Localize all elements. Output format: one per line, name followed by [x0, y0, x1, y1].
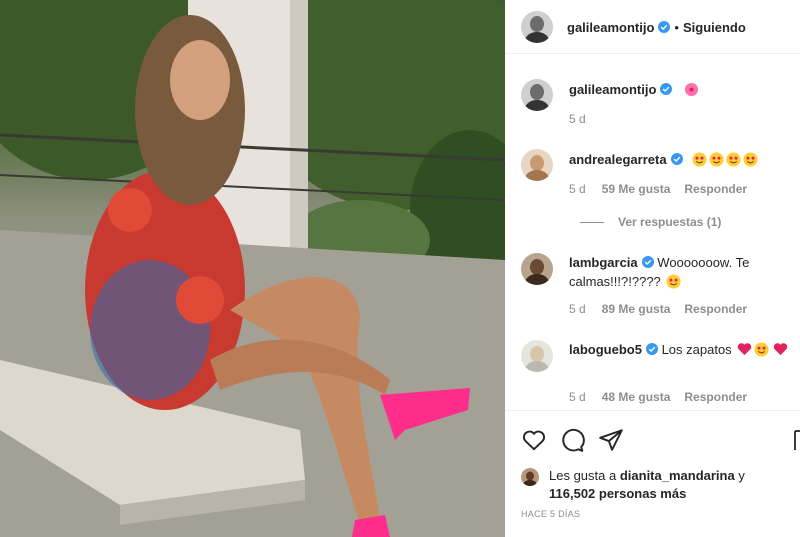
caption-age[interactable]: 5 d	[569, 112, 586, 126]
comment-likes[interactable]: 48 Me gusta	[602, 390, 671, 404]
separator-dot: •	[674, 20, 679, 35]
comment-laboguebo5: laboguebo5 Los zapatos	[569, 340, 789, 359]
heart-icon[interactable]	[521, 427, 547, 453]
verified-icon	[660, 83, 673, 95]
star-struck-emoji	[726, 152, 741, 167]
comment-username[interactable]: andrealegarreta	[569, 152, 667, 167]
post-actions: Les gusta a dianita_mandarina y 116,502 …	[505, 410, 800, 537]
bookmark-icon[interactable]	[794, 427, 800, 453]
reply-button[interactable]: Responder	[684, 390, 747, 404]
post-header: galileamontijo • Siguiendo	[505, 0, 800, 54]
verified-icon	[645, 343, 658, 355]
post-photo-illustration	[0, 0, 505, 537]
view-replies-label: Ver respuestas (1)	[618, 215, 722, 229]
comment-avatar[interactable]	[521, 253, 553, 285]
comment-meta: 5 d 59 Me gusta Responder	[569, 182, 747, 196]
comment-age[interactable]: 5 d	[569, 390, 586, 404]
reply-button[interactable]: Responder	[684, 182, 747, 196]
hibiscus-emoji	[684, 82, 699, 97]
header-username[interactable]: galileamontijo	[567, 20, 654, 35]
star-struck-emoji	[743, 152, 758, 167]
follow-status-button[interactable]: Siguiendo	[683, 20, 746, 35]
liked-by: Les gusta a dianita_mandarina y 116,502 …	[549, 467, 745, 503]
comment-age[interactable]: 5 d	[569, 182, 586, 196]
caption-avatar[interactable]	[521, 79, 553, 111]
comment-meta: 5 d 89 Me gusta Responder	[569, 302, 747, 316]
comment-username[interactable]: lambgarcia	[569, 255, 638, 270]
comment-icon[interactable]	[559, 427, 585, 453]
liked-by-joiner: y	[738, 468, 745, 483]
post-side-panel: galileamontijo • Siguiendo galileamontijo …	[505, 0, 800, 537]
share-icon[interactable]	[598, 427, 624, 453]
star-struck-emoji	[666, 274, 681, 289]
star-struck-emoji	[709, 152, 724, 167]
comment-lambgarcia: lambgarcia Wooooooow. Te calmas!!!?!????	[569, 253, 789, 291]
post-photo[interactable]	[0, 0, 505, 537]
star-struck-emoji	[692, 152, 707, 167]
likes-count[interactable]: 116,502 personas más	[549, 486, 686, 501]
liked-by-prefix: Les gusta a	[549, 468, 617, 483]
caption-username[interactable]: galileamontijo	[569, 82, 656, 97]
comment-andrealegarreta: andrealegarreta	[569, 150, 758, 169]
view-replies-button[interactable]: Ver respuestas (1)	[580, 215, 721, 229]
comment-username[interactable]: laboguebo5	[569, 342, 642, 357]
post-date[interactable]: HACE 5 DÍAS	[521, 509, 580, 519]
verified-icon	[641, 256, 654, 268]
liked-by-user[interactable]: dianita_mandarina	[620, 468, 735, 483]
comment-likes[interactable]: 59 Me gusta	[602, 182, 671, 196]
caption: galileamontijo	[569, 80, 699, 99]
comment-avatar[interactable]	[521, 340, 553, 372]
verified-icon	[658, 21, 671, 33]
comment-age[interactable]: 5 d	[569, 302, 586, 316]
comment-text: Los zapatos	[661, 342, 732, 357]
avatar[interactable]	[521, 11, 553, 43]
comment-meta: 5 d 48 Me gusta Responder	[569, 390, 747, 404]
comment-avatar[interactable]	[521, 149, 553, 181]
red-heart-emoji	[773, 343, 788, 356]
verified-icon	[670, 153, 683, 165]
comment-likes[interactable]: 89 Me gusta	[602, 302, 671, 316]
liker-avatar[interactable]	[521, 468, 539, 486]
replies-divider	[580, 222, 604, 224]
star-struck-emoji	[754, 342, 769, 357]
red-heart-emoji	[738, 343, 752, 356]
reply-button[interactable]: Responder	[684, 302, 747, 316]
